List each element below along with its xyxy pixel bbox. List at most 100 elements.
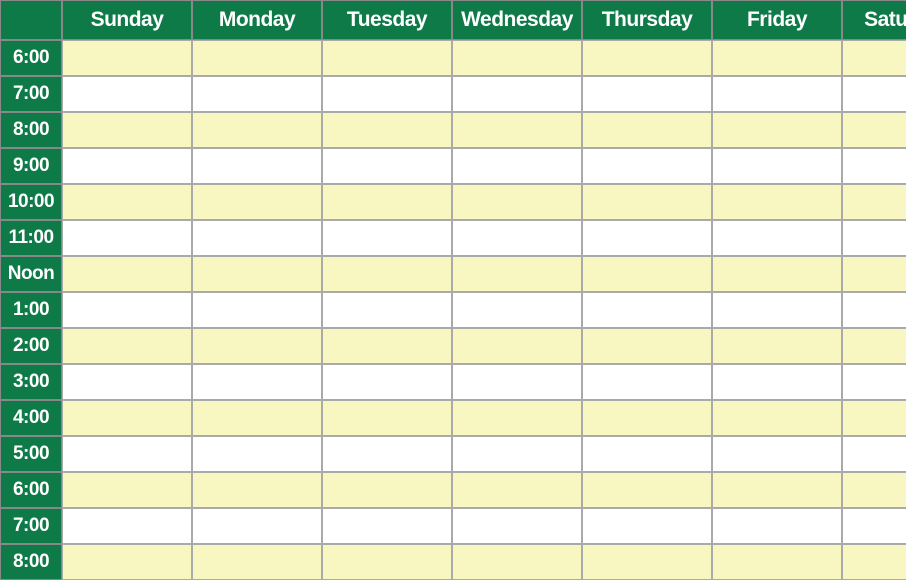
schedule-cell[interactable] [582,112,712,148]
schedule-cell[interactable] [452,148,582,184]
schedule-cell[interactable] [452,76,582,112]
schedule-cell[interactable] [712,292,842,328]
schedule-cell[interactable] [842,220,906,256]
schedule-cell[interactable] [842,544,906,580]
schedule-cell[interactable] [62,148,192,184]
schedule-cell[interactable] [582,184,712,220]
schedule-cell[interactable] [582,148,712,184]
schedule-cell[interactable] [712,400,842,436]
schedule-cell[interactable] [842,40,906,76]
schedule-cell[interactable] [62,256,192,292]
schedule-cell[interactable] [192,292,322,328]
schedule-cell[interactable] [452,472,582,508]
schedule-cell[interactable] [322,364,452,400]
schedule-cell[interactable] [62,400,192,436]
schedule-cell[interactable] [582,508,712,544]
schedule-cell[interactable] [582,40,712,76]
schedule-cell[interactable] [712,508,842,544]
schedule-cell[interactable] [842,112,906,148]
schedule-cell[interactable] [452,544,582,580]
schedule-cell[interactable] [62,472,192,508]
schedule-cell[interactable] [842,400,906,436]
schedule-cell[interactable] [842,148,906,184]
schedule-cell[interactable] [62,436,192,472]
schedule-cell[interactable] [322,436,452,472]
schedule-cell[interactable] [192,544,322,580]
schedule-cell[interactable] [322,472,452,508]
schedule-cell[interactable] [842,256,906,292]
schedule-cell[interactable] [712,256,842,292]
schedule-cell[interactable] [712,184,842,220]
schedule-cell[interactable] [582,400,712,436]
schedule-cell[interactable] [842,76,906,112]
schedule-cell[interactable] [582,364,712,400]
schedule-cell[interactable] [582,436,712,472]
schedule-cell[interactable] [322,220,452,256]
schedule-cell[interactable] [62,76,192,112]
schedule-cell[interactable] [712,40,842,76]
schedule-cell[interactable] [62,292,192,328]
schedule-cell[interactable] [452,40,582,76]
schedule-cell[interactable] [322,508,452,544]
schedule-cell[interactable] [192,76,322,112]
schedule-cell[interactable] [192,400,322,436]
schedule-cell[interactable] [322,112,452,148]
schedule-cell[interactable] [842,508,906,544]
schedule-cell[interactable] [322,328,452,364]
schedule-cell[interactable] [192,112,322,148]
schedule-cell[interactable] [62,364,192,400]
schedule-cell[interactable] [192,472,322,508]
schedule-cell[interactable] [452,508,582,544]
schedule-cell[interactable] [322,184,452,220]
schedule-cell[interactable] [322,256,452,292]
schedule-cell[interactable] [322,400,452,436]
schedule-cell[interactable] [452,220,582,256]
schedule-cell[interactable] [712,112,842,148]
schedule-cell[interactable] [192,148,322,184]
schedule-cell[interactable] [582,292,712,328]
schedule-cell[interactable] [62,544,192,580]
schedule-cell[interactable] [712,328,842,364]
schedule-cell[interactable] [452,328,582,364]
schedule-cell[interactable] [322,292,452,328]
schedule-cell[interactable] [712,76,842,112]
schedule-cell[interactable] [62,220,192,256]
schedule-cell[interactable] [842,292,906,328]
schedule-cell[interactable] [842,184,906,220]
schedule-cell[interactable] [582,472,712,508]
schedule-cell[interactable] [842,436,906,472]
schedule-cell[interactable] [452,292,582,328]
schedule-cell[interactable] [842,364,906,400]
schedule-cell[interactable] [582,256,712,292]
schedule-cell[interactable] [192,40,322,76]
schedule-cell[interactable] [452,436,582,472]
schedule-cell[interactable] [712,220,842,256]
schedule-cell[interactable] [712,436,842,472]
schedule-cell[interactable] [62,508,192,544]
schedule-cell[interactable] [452,400,582,436]
schedule-cell[interactable] [192,436,322,472]
schedule-cell[interactable] [322,40,452,76]
schedule-cell[interactable] [192,184,322,220]
schedule-cell[interactable] [322,148,452,184]
schedule-cell[interactable] [712,148,842,184]
schedule-cell[interactable] [192,508,322,544]
schedule-cell[interactable] [452,112,582,148]
schedule-cell[interactable] [452,364,582,400]
schedule-cell[interactable] [192,256,322,292]
schedule-cell[interactable] [62,40,192,76]
schedule-cell[interactable] [192,220,322,256]
schedule-cell[interactable] [192,328,322,364]
schedule-cell[interactable] [582,76,712,112]
schedule-cell[interactable] [62,112,192,148]
schedule-cell[interactable] [322,76,452,112]
schedule-cell[interactable] [582,544,712,580]
schedule-cell[interactable] [712,364,842,400]
schedule-cell[interactable] [452,184,582,220]
schedule-cell[interactable] [192,364,322,400]
schedule-cell[interactable] [582,220,712,256]
schedule-cell[interactable] [712,472,842,508]
schedule-cell[interactable] [452,256,582,292]
schedule-cell[interactable] [842,472,906,508]
schedule-cell[interactable] [62,328,192,364]
